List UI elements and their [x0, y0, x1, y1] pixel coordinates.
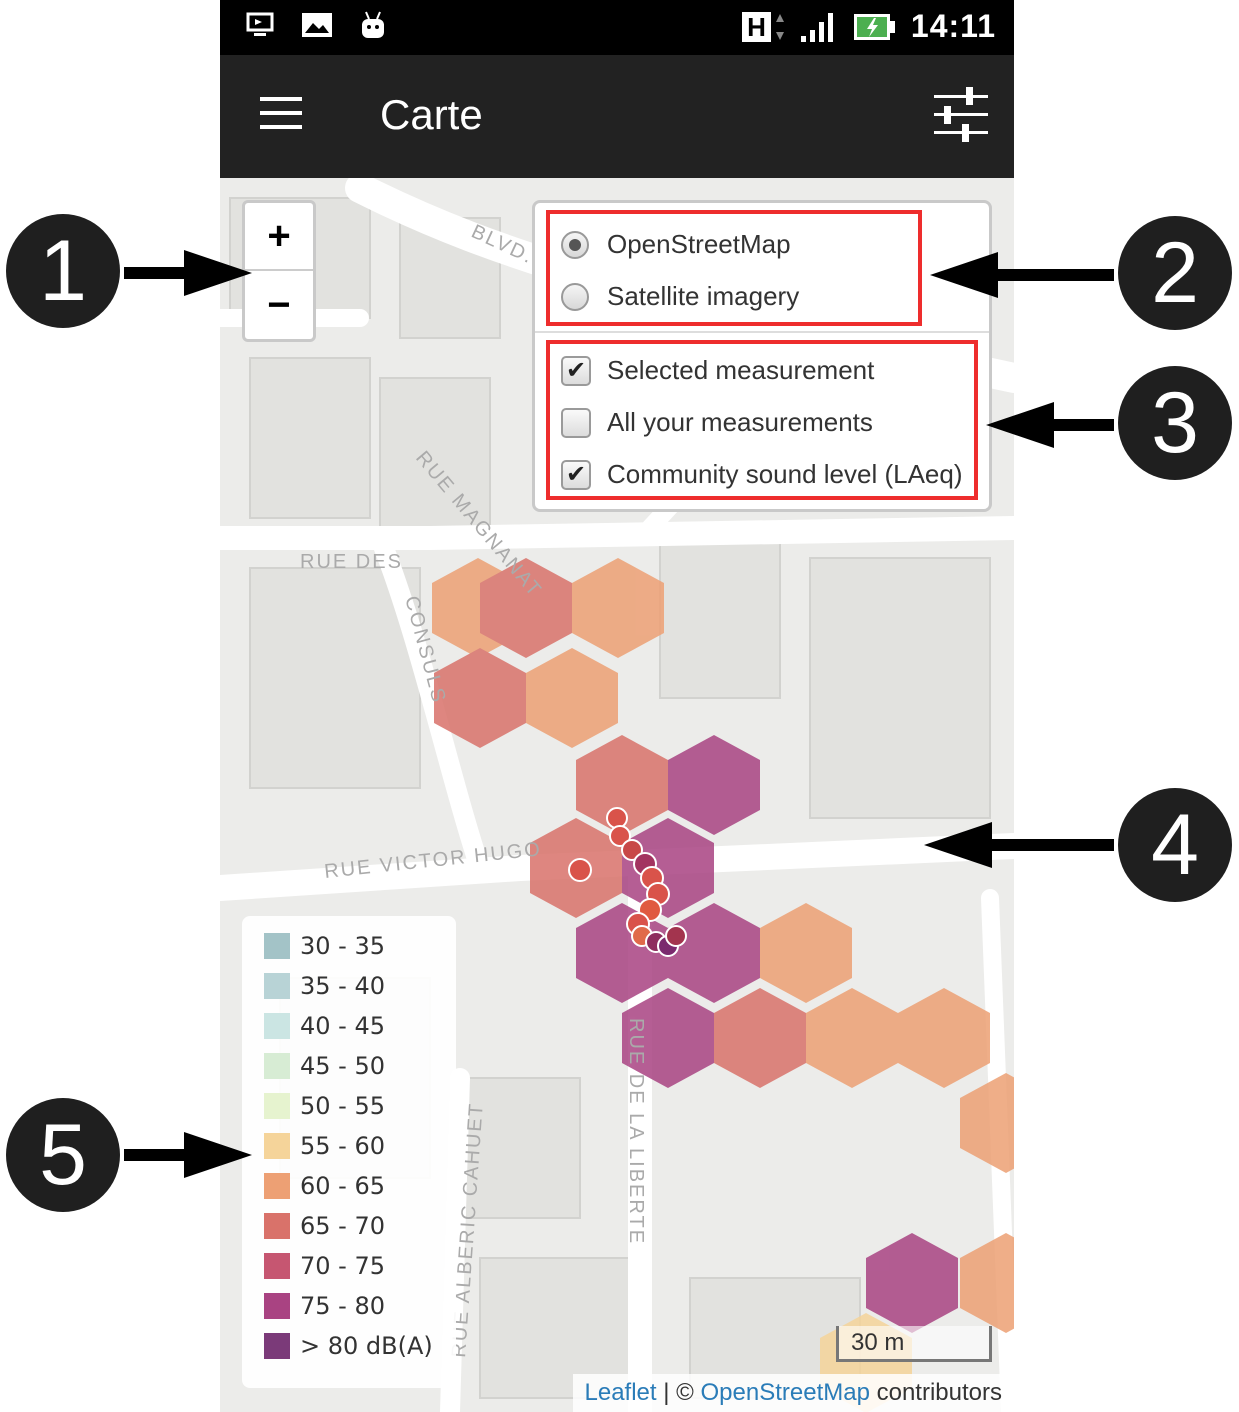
arrow-right-icon	[124, 250, 252, 296]
layer-divider	[535, 331, 989, 333]
legend-swatch	[264, 973, 290, 999]
legend-swatch	[264, 1293, 290, 1319]
legend-item: 50 - 55	[264, 1092, 385, 1120]
callout-4: 4	[1118, 788, 1232, 902]
signal-icon	[800, 12, 833, 42]
legend-item: 35 - 40	[264, 972, 385, 1000]
legend-swatch	[264, 1013, 290, 1039]
arrow-left-icon	[924, 822, 1114, 868]
legend-swatch	[264, 1093, 290, 1119]
zoom-out-button[interactable]: −	[245, 271, 313, 339]
legend-swatch	[264, 1253, 290, 1279]
legend-item: 40 - 45	[264, 1012, 385, 1040]
legend-swatch	[264, 1133, 290, 1159]
legend-item: > 80 dB(A)	[264, 1332, 433, 1360]
legend-item: 55 - 60	[264, 1132, 385, 1160]
image-icon	[300, 10, 334, 40]
scale-bar: 30 m	[836, 1326, 992, 1362]
street-label: RUE DE LA LIBERTE	[625, 1018, 647, 1245]
page-title: Carte	[380, 91, 483, 138]
noise-legend: 30 - 35 35 - 40 40 - 45 45 - 50 50 - 55 …	[242, 916, 456, 1388]
attribution-separator: | ©	[656, 1379, 701, 1406]
callout-5: 5	[6, 1098, 120, 1212]
arrow-left-icon	[986, 402, 1114, 448]
legend-item: 30 - 35	[264, 932, 385, 960]
battery-charging-icon	[853, 13, 895, 40]
arrow-left-icon	[930, 252, 1114, 298]
app-bar: Carte	[220, 55, 1014, 178]
network-type-label: H	[742, 11, 771, 42]
status-bar: H 14:11	[220, 0, 1014, 55]
clock: 14:11	[910, 8, 996, 44]
callout-2: 2	[1118, 216, 1232, 330]
android-icon	[356, 10, 390, 40]
arrow-right-icon	[124, 1132, 252, 1178]
legend-item: 70 - 75	[264, 1252, 385, 1280]
osm-link[interactable]: OpenStreetMap	[701, 1379, 870, 1406]
highlight-overlays	[546, 340, 978, 500]
legend-item: 45 - 50	[264, 1052, 385, 1080]
legend-swatch	[264, 933, 290, 959]
hamburger-menu-icon[interactable]	[260, 95, 304, 131]
street-label: RUE DES	[300, 551, 403, 573]
sliders-filter-icon[interactable]	[932, 85, 990, 143]
zoom-in-button[interactable]: +	[245, 203, 313, 271]
legend-swatch	[264, 1213, 290, 1239]
legend-swatch	[264, 1053, 290, 1079]
legend-swatch	[264, 1173, 290, 1199]
network-h-icon: H	[742, 11, 785, 42]
legend-swatch	[264, 1333, 290, 1359]
legend-item: 65 - 70	[264, 1212, 385, 1240]
legend-item: 75 - 80	[264, 1292, 385, 1320]
highlight-base-layers	[546, 210, 922, 326]
leaflet-link[interactable]: Leaflet	[585, 1379, 657, 1406]
screen-cast-icon	[244, 10, 278, 40]
attribution-suffix: contributors	[869, 1379, 1002, 1406]
callout-3: 3	[1118, 366, 1232, 480]
legend-item: 60 - 65	[264, 1172, 385, 1200]
callout-1: 1	[6, 214, 120, 328]
map-attribution: Leaflet | © OpenStreetMap contributors	[572, 1374, 1014, 1412]
